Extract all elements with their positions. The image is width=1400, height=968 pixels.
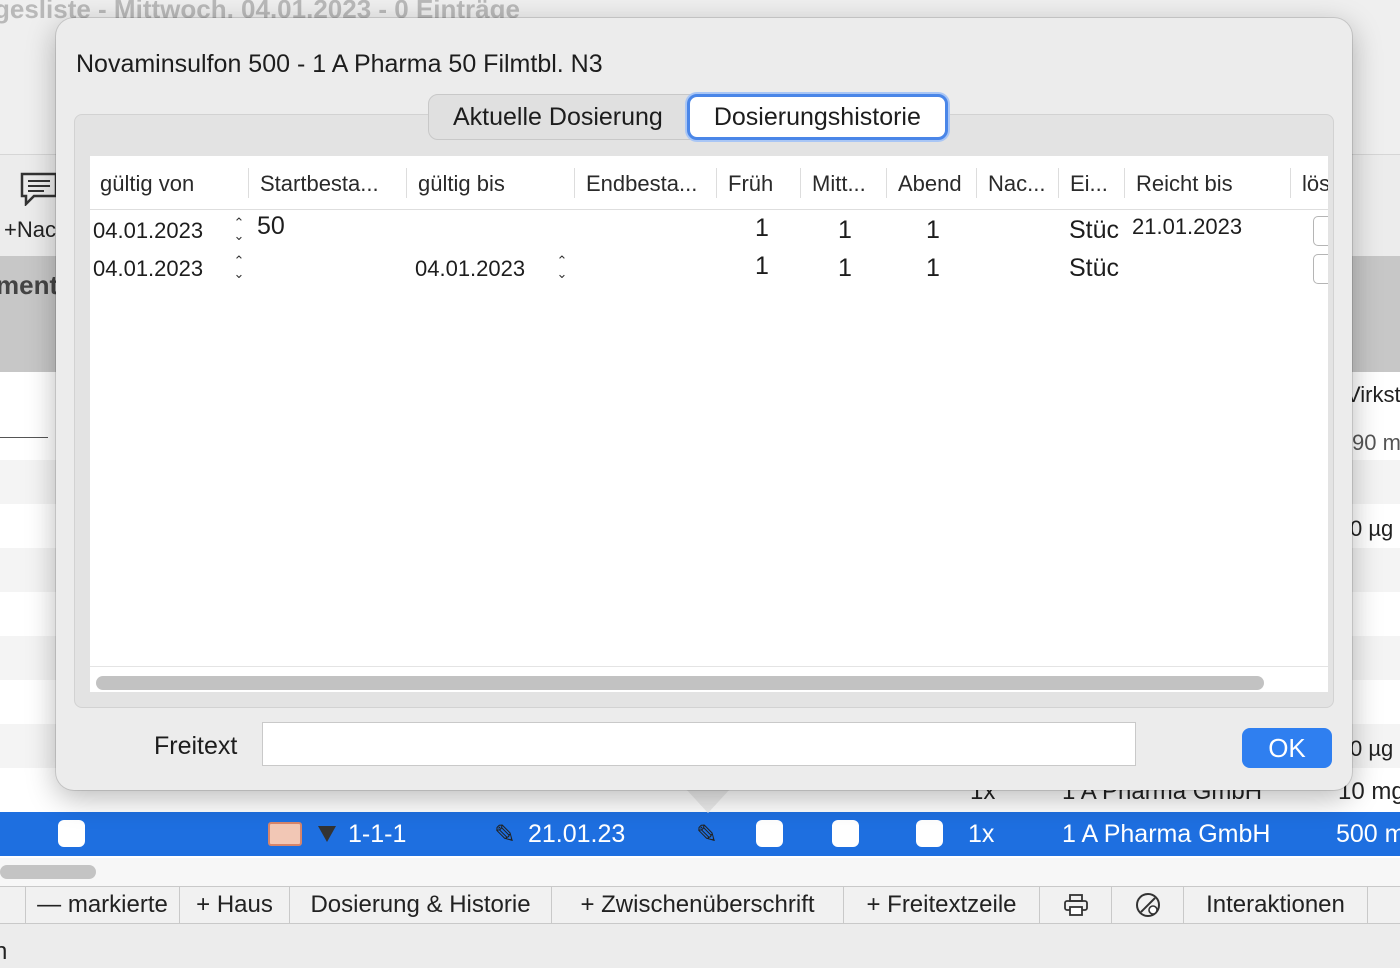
morning-cell[interactable]: 1	[755, 252, 769, 281]
freetext-label: Freitext	[154, 732, 238, 760]
tab-bar: Aktuelle Dosierung Dosierungshistorie	[428, 94, 948, 140]
popover-arrow	[686, 789, 730, 813]
valid-to-field[interactable]: 04.01.2023	[415, 256, 525, 282]
evening-cell[interactable]: 1	[926, 216, 940, 245]
valid-from-field[interactable]: 04.01.2023	[93, 256, 203, 282]
column-header[interactable]: Ei...	[1070, 171, 1108, 197]
pencil-icon[interactable]: ✎	[494, 819, 516, 850]
date-stepper[interactable]: ⌃ ⌄	[554, 254, 570, 284]
column-header[interactable]: Abend	[898, 171, 962, 197]
column-divider[interactable]	[248, 168, 249, 198]
ok-button[interactable]: OK	[1242, 728, 1332, 768]
evening-cell[interactable]: 1	[926, 254, 940, 283]
interactions-button[interactable]: Interaktionen	[1184, 887, 1368, 923]
selected-list-row[interactable]: 1-1-1 ✎ 21.01.23 ✎ 1x 1 A Pharma GmbH 50…	[0, 812, 1400, 856]
column-divider[interactable]	[1124, 168, 1125, 198]
table-header: gültig von Startbesta... gültig bis Endb…	[90, 156, 1328, 210]
tab-current-dosage[interactable]: Aktuelle Dosierung	[429, 95, 687, 139]
delete-checkbox[interactable]	[1313, 254, 1328, 284]
row-date: 21.01.23	[528, 820, 626, 848]
status-text: n	[0, 938, 8, 965]
medication-card-icon	[268, 822, 302, 846]
row-checkbox[interactable]	[756, 820, 783, 847]
column-divider[interactable]	[574, 168, 575, 198]
noon-cell[interactable]: 1	[838, 216, 852, 245]
column-header[interactable]: Startbesta...	[260, 171, 379, 197]
freetext-input[interactable]	[262, 722, 1136, 766]
column-header[interactable]: Reicht bis	[1136, 171, 1233, 197]
pill-check-icon[interactable]	[1112, 887, 1184, 923]
add-house-button[interactable]: + Haus	[180, 887, 290, 923]
table-row[interactable]: 04.01.2023 ⌃ ⌄ 04.01.2023 ⌃ ⌄ 1 1 1 Stüc	[90, 250, 1328, 288]
dosage-popover: Novaminsulfon 500 - 1 A Pharma 50 Filmtb…	[56, 18, 1352, 790]
add-freetext-line-button[interactable]: + Freitextzeile	[844, 887, 1040, 923]
dosage-history-button[interactable]: Dosierung & Historie	[290, 887, 552, 923]
list-cell: 0 µg	[1350, 736, 1394, 761]
table-bottom-divider	[90, 666, 1328, 667]
date-stepper[interactable]: ⌃ ⌄	[231, 254, 247, 284]
list-cell: 0 µg	[1350, 516, 1394, 541]
column-header[interactable]: gültig bis	[418, 171, 505, 197]
bottom-bar-overflow	[1368, 887, 1400, 923]
row-manufacturer: 1 A Pharma GmbH	[1062, 820, 1271, 848]
column-divider[interactable]	[406, 168, 407, 198]
delete-checkbox[interactable]	[1313, 216, 1328, 246]
column-divider[interactable]	[1290, 168, 1291, 198]
pencil-icon[interactable]: ✎	[696, 819, 718, 850]
column-header[interactable]: Früh	[728, 171, 773, 197]
column-divider[interactable]	[886, 168, 887, 198]
column-divider[interactable]	[1058, 168, 1059, 198]
date-stepper[interactable]: ⌃ ⌄	[231, 216, 247, 246]
valid-from-field[interactable]: 04.01.2023	[93, 218, 203, 244]
noon-cell[interactable]: 1	[838, 254, 852, 283]
bottom-bar-spacer	[0, 887, 26, 923]
list-header-cell	[0, 372, 48, 438]
add-note-button-label[interactable]: +Nac	[4, 217, 56, 243]
message-icon[interactable]	[20, 172, 58, 208]
bottom-toolbar: — markierte + Haus Dosierung & Historie …	[0, 886, 1400, 924]
column-header[interactable]: Nac...	[988, 171, 1045, 197]
column-header[interactable]: gültig von	[100, 171, 194, 197]
row-checkbox[interactable]	[832, 820, 859, 847]
lasts-until-cell: 21.01.2023	[1132, 214, 1243, 239]
column-header[interactable]: Endbesta...	[586, 171, 697, 197]
unit-cell[interactable]: Stüc	[1069, 216, 1119, 245]
scrollbar-thumb[interactable]	[0, 865, 96, 879]
list-cell: 90 m	[1352, 430, 1400, 455]
column-header[interactable]: lös	[1302, 171, 1328, 197]
column-header-wirkstoff: Virkst	[1346, 382, 1400, 407]
dialog-title: Novaminsulfon 500 - 1 A Pharma 50 Filmtb…	[76, 50, 603, 78]
add-subheading-button[interactable]: + Zwischenüberschrift	[552, 887, 844, 923]
column-divider[interactable]	[800, 168, 801, 198]
row-checkbox[interactable]	[916, 820, 943, 847]
row-count: 1x	[968, 820, 995, 848]
list-horizontal-scrollbar[interactable]	[0, 858, 1400, 886]
dosage-scheme: 1-1-1	[348, 820, 407, 848]
table-row[interactable]: 04.01.2023 ⌃ ⌄ 50 1 1 1 Stüc 21.01.2023	[90, 212, 1328, 250]
column-divider[interactable]	[716, 168, 717, 198]
row-checkbox[interactable]	[58, 820, 85, 847]
unit-cell[interactable]: Stüc	[1069, 254, 1119, 283]
column-header[interactable]: Mitt...	[812, 171, 866, 197]
printer-icon[interactable]	[1040, 887, 1112, 923]
row-strength: 500 m	[1336, 820, 1400, 848]
dosage-history-table: gültig von Startbesta... gültig bis Endb…	[90, 156, 1328, 692]
start-stock-cell[interactable]: 50	[257, 212, 285, 241]
table-horizontal-scrollbar[interactable]	[96, 676, 1264, 690]
morning-cell[interactable]: 1	[755, 214, 769, 243]
column-divider[interactable]	[976, 168, 977, 198]
tab-dosage-history[interactable]: Dosierungshistorie	[686, 94, 948, 140]
disclosure-triangle-icon[interactable]	[318, 826, 336, 842]
remove-marked-button[interactable]: — markierte	[26, 887, 180, 923]
